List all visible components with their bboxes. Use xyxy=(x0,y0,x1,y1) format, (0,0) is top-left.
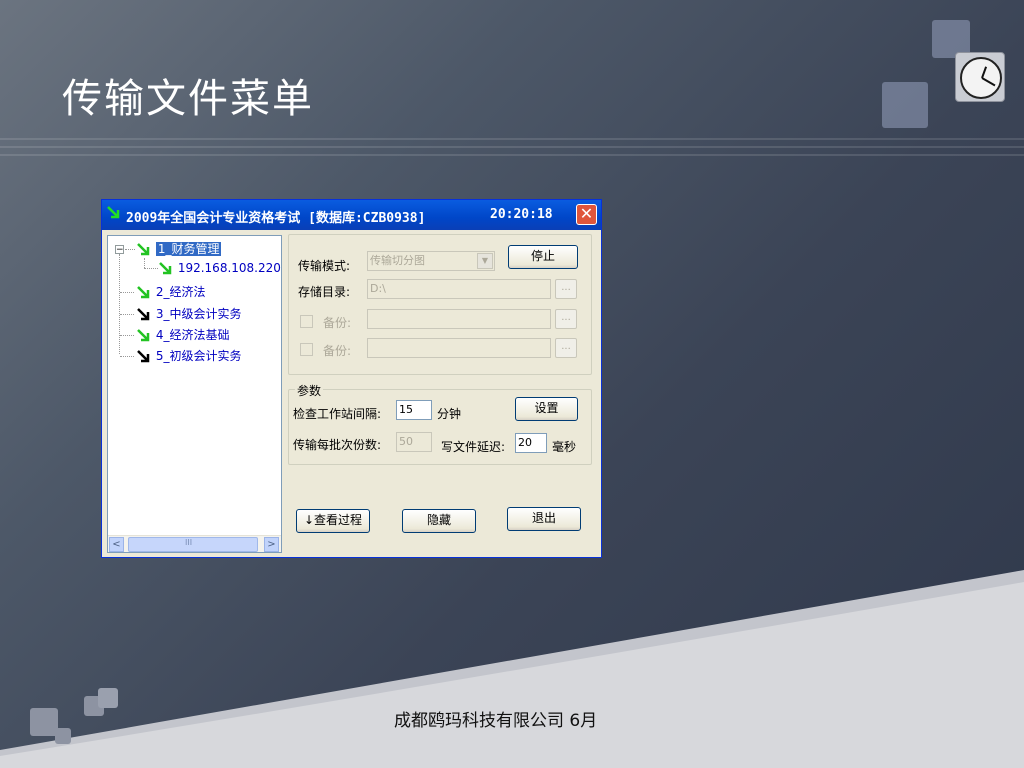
mode-label: 传输模式: xyxy=(298,259,351,273)
stop-button[interactable]: 停止 xyxy=(508,245,578,269)
batch-field[interactable]: 50 xyxy=(396,432,432,452)
interval-label: 检查工作站间隔: xyxy=(293,407,382,421)
tree-item-station[interactable]: 192.168.108.220 xyxy=(158,261,281,276)
tree-item-label: 2_经济法 xyxy=(155,285,206,299)
dir-label: 存储目录: xyxy=(298,285,351,299)
mode-select[interactable]: 传输切分图 ▼ xyxy=(367,251,495,271)
app-window: 2009年全国会计专业资格考试 [数据库:CZB0938] 20:20:18 ✕… xyxy=(101,199,602,558)
scroll-left-button[interactable]: < xyxy=(109,537,124,552)
green-arrow-icon xyxy=(137,242,150,255)
dir-field[interactable]: D:\ xyxy=(367,279,551,299)
tree-hscrollbar[interactable]: < III > xyxy=(108,535,281,552)
green-arrow-icon xyxy=(137,285,150,298)
scroll-thumb[interactable]: III xyxy=(128,537,258,552)
interval-unit: 分钟 xyxy=(437,407,462,421)
footer-company: 成都鸥玛科技有限公司 6月 xyxy=(394,711,598,731)
exam-tree[interactable]: − 1_财务管理 192.168.108.220 2_经济法 3_中级会计实务 … xyxy=(107,235,282,553)
collapse-icon[interactable]: − xyxy=(115,245,124,255)
tree-item-label: 1_财务管理 xyxy=(155,242,222,256)
tree-item-exam[interactable]: 3_中级会计实务 xyxy=(136,305,241,322)
window-title: 2009年全国会计专业资格考试 [数据库:CZB0938] xyxy=(126,211,426,226)
settings-button[interactable]: 设置 xyxy=(515,397,578,421)
browse-button[interactable]: ... xyxy=(555,309,577,329)
tree-item-label: 192.168.108.220 xyxy=(177,261,281,275)
header-stripe xyxy=(0,154,1024,156)
window-clock: 20:20:18 xyxy=(490,207,553,222)
clock-icon xyxy=(955,52,1005,102)
tree-item-label: 5_初级会计实务 xyxy=(155,349,242,363)
black-arrow-icon xyxy=(137,307,150,320)
green-arrow-icon xyxy=(159,261,172,274)
slide-title: 传输文件菜单 xyxy=(62,76,314,122)
footer-wave xyxy=(0,570,1024,768)
backup-checkbox[interactable] xyxy=(300,343,313,356)
exit-button[interactable]: 退出 xyxy=(507,507,581,531)
close-button[interactable]: ✕ xyxy=(576,204,597,225)
browse-button[interactable]: ... xyxy=(555,279,577,299)
tree-item-exam[interactable]: 1_财务管理 xyxy=(136,240,222,257)
params-legend: 参数 xyxy=(295,382,324,399)
delay-unit: 毫秒 xyxy=(552,440,577,454)
decor-square xyxy=(98,688,118,708)
hide-button[interactable]: 隐藏 xyxy=(402,509,476,533)
tree-item-exam[interactable]: 2_经济法 xyxy=(136,283,205,300)
green-arrow-icon xyxy=(137,328,150,341)
tree-item-exam[interactable]: 4_经济法基础 xyxy=(136,326,229,343)
interval-field[interactable]: 15 xyxy=(396,400,432,420)
delay-field[interactable]: 20 xyxy=(515,433,547,453)
app-arrow-icon xyxy=(107,206,120,219)
backup-label: 备份: xyxy=(323,344,352,358)
batch-label: 传输每批次份数: xyxy=(293,438,382,452)
browse-button[interactable]: ... xyxy=(555,338,577,358)
scroll-grip: III xyxy=(185,538,193,547)
title-bar[interactable]: 2009年全国会计专业资格考试 [数据库:CZB0938] 20:20:18 ✕ xyxy=(102,200,601,230)
transfer-group: 传输模式: 传输切分图 ▼ 停止 存储目录: D:\ ... 备份: ... 备… xyxy=(288,234,592,375)
decor-square xyxy=(55,728,71,744)
header-stripe xyxy=(0,138,1024,140)
backup-checkbox[interactable] xyxy=(300,315,313,328)
tree-item-label: 4_经济法基础 xyxy=(155,328,230,342)
black-arrow-icon xyxy=(137,349,150,362)
params-group: 参数 检查工作站间隔: 15 分钟 设置 传输每批次份数: 50 写文件延迟: … xyxy=(288,382,592,465)
delay-label: 写文件延迟: xyxy=(441,440,506,454)
header-stripe xyxy=(0,146,1024,148)
tree-item-label: 3_中级会计实务 xyxy=(155,307,242,321)
decor-square xyxy=(882,82,928,128)
mode-value: 传输切分图 xyxy=(370,254,425,267)
decor-square xyxy=(30,708,58,736)
backup-label: 备份: xyxy=(323,316,352,330)
tree-item-exam[interactable]: 5_初级会计实务 xyxy=(136,347,241,364)
chevron-down-icon[interactable]: ▼ xyxy=(477,253,493,269)
view-process-button[interactable]: ↓查看过程 xyxy=(296,509,370,533)
backup-field[interactable] xyxy=(367,338,551,358)
scroll-right-button[interactable]: > xyxy=(264,537,279,552)
backup-field[interactable] xyxy=(367,309,551,329)
